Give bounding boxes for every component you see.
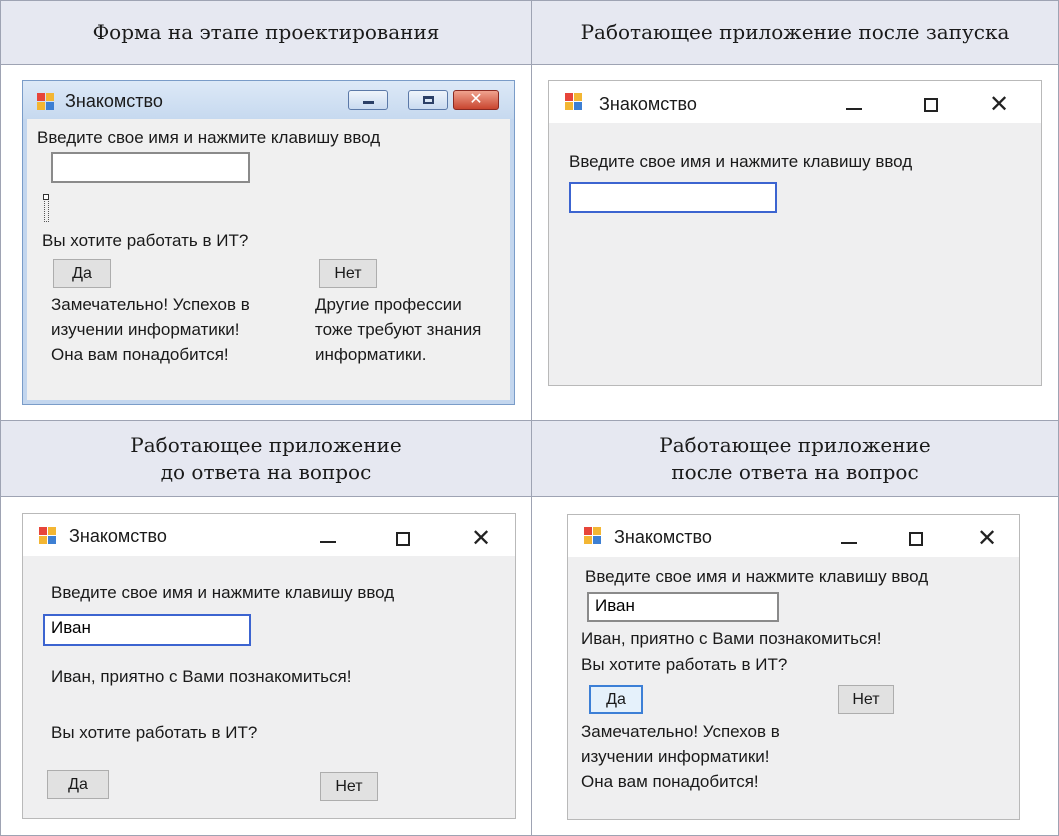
- prompt-label: Введите свое имя и нажмите клавишу ввод: [37, 128, 381, 147]
- grid-divider-h3: [0, 496, 1059, 497]
- before-answer-titlebar[interactable]: Знакомство ✕: [23, 514, 515, 556]
- name-input-value: Иван: [595, 596, 635, 615]
- no-button[interactable]: Нет: [838, 685, 894, 714]
- question-label: Вы хотите работать в ИТ?: [42, 231, 249, 250]
- no-button[interactable]: Нет: [320, 772, 378, 801]
- header-after-answer-text: Работающее приложение после ответа на во…: [659, 432, 931, 484]
- grid-divider-h2: [0, 420, 1059, 421]
- maximize-icon[interactable]: [396, 532, 410, 546]
- yes-button[interactable]: Да: [589, 685, 643, 714]
- maximize-icon: [423, 96, 434, 104]
- minimize-icon[interactable]: [320, 541, 336, 543]
- grid-divider-vertical: [531, 0, 532, 836]
- close-icon[interactable]: ✕: [471, 526, 491, 550]
- no-reply-label: Другие профессии тоже требуют знания инф…: [315, 295, 482, 364]
- greeting-label: Иван, приятно с Вами познакомиться!: [581, 629, 882, 648]
- maximize-icon[interactable]: [909, 532, 923, 546]
- header-design: Форма на этапе проектирования: [1, 1, 531, 64]
- window-title: Знакомство: [614, 527, 712, 547]
- selection-handle[interactable]: [43, 194, 49, 200]
- minimize-icon[interactable]: [841, 542, 857, 544]
- after-answer-titlebar[interactable]: Знакомство ✕: [568, 515, 1019, 557]
- grid-border-left: [0, 0, 1, 836]
- minimize-icon[interactable]: [846, 108, 862, 110]
- name-input[interactable]: Иван: [587, 592, 779, 622]
- app-icon: [39, 527, 57, 545]
- question-label: Вы хотите работать в ИТ?: [581, 655, 788, 674]
- window-title: Знакомство: [65, 91, 163, 111]
- maximize-button[interactable]: [408, 90, 448, 110]
- window-title: Знакомство: [69, 526, 167, 546]
- header-running: Работающее приложение после запуска: [532, 1, 1058, 64]
- greeting-label: Иван, приятно с Вами познакомиться!: [51, 667, 352, 686]
- prompt-label: Введите свое имя и нажмите клавишу ввод: [51, 583, 395, 602]
- app-icon: [584, 527, 602, 545]
- close-button[interactable]: ✕: [453, 89, 499, 110]
- before-answer-window: Знакомство ✕ Введите свое имя и нажмите …: [22, 513, 516, 819]
- header-running-text: Работающее приложение после запуска: [580, 20, 1010, 44]
- header-after-answer: Работающее приложение после ответа на во…: [532, 421, 1058, 496]
- name-input[interactable]: [569, 182, 777, 213]
- close-icon: ✕: [469, 89, 483, 108]
- minimize-icon: [363, 101, 374, 104]
- design-form-window: Знакомство ✕ Введите свое имя и нажмите …: [22, 80, 515, 405]
- question-label: Вы хотите работать в ИТ?: [51, 723, 258, 742]
- running-form-window: Знакомство ✕ Введите свое имя и нажмите …: [548, 80, 1042, 386]
- design-form-titlebar[interactable]: Знакомство ✕: [23, 81, 514, 119]
- name-input[interactable]: [51, 152, 250, 183]
- window-title: Знакомство: [599, 94, 697, 114]
- header-before-answer-text: Работающее приложение до ответа на вопро…: [130, 432, 402, 484]
- grid-divider-h1: [0, 64, 1059, 65]
- header-design-text: Форма на этапе проектирования: [92, 20, 440, 44]
- name-input[interactable]: Иван: [43, 614, 251, 646]
- no-button[interactable]: Нет: [319, 259, 377, 288]
- grid-border-top: [0, 0, 1059, 1]
- hidden-label-placeholder: [44, 198, 49, 222]
- close-icon[interactable]: ✕: [989, 92, 1009, 116]
- prompt-label: Введите свое имя и нажмите клавишу ввод: [585, 567, 929, 586]
- yes-reply-label: Замечательно! Успехов в изучении информа…: [51, 295, 250, 364]
- name-input-value: Иван: [51, 618, 91, 637]
- header-before-answer: Работающее приложение до ответа на вопро…: [1, 421, 531, 496]
- close-icon[interactable]: ✕: [977, 526, 997, 550]
- app-icon: [37, 93, 55, 111]
- minimize-button[interactable]: [348, 90, 388, 110]
- yes-button[interactable]: Да: [53, 259, 111, 288]
- after-answer-window: Знакомство ✕ Введите свое имя и нажмите …: [567, 514, 1020, 820]
- app-icon: [565, 93, 583, 111]
- prompt-label: Введите свое имя и нажмите клавишу ввод: [569, 152, 913, 171]
- yes-reply-label: Замечательно! Успехов в изучении информа…: [581, 722, 780, 791]
- running-form-titlebar[interactable]: Знакомство ✕: [549, 81, 1041, 123]
- yes-button[interactable]: Да: [47, 770, 109, 799]
- maximize-icon[interactable]: [924, 98, 938, 112]
